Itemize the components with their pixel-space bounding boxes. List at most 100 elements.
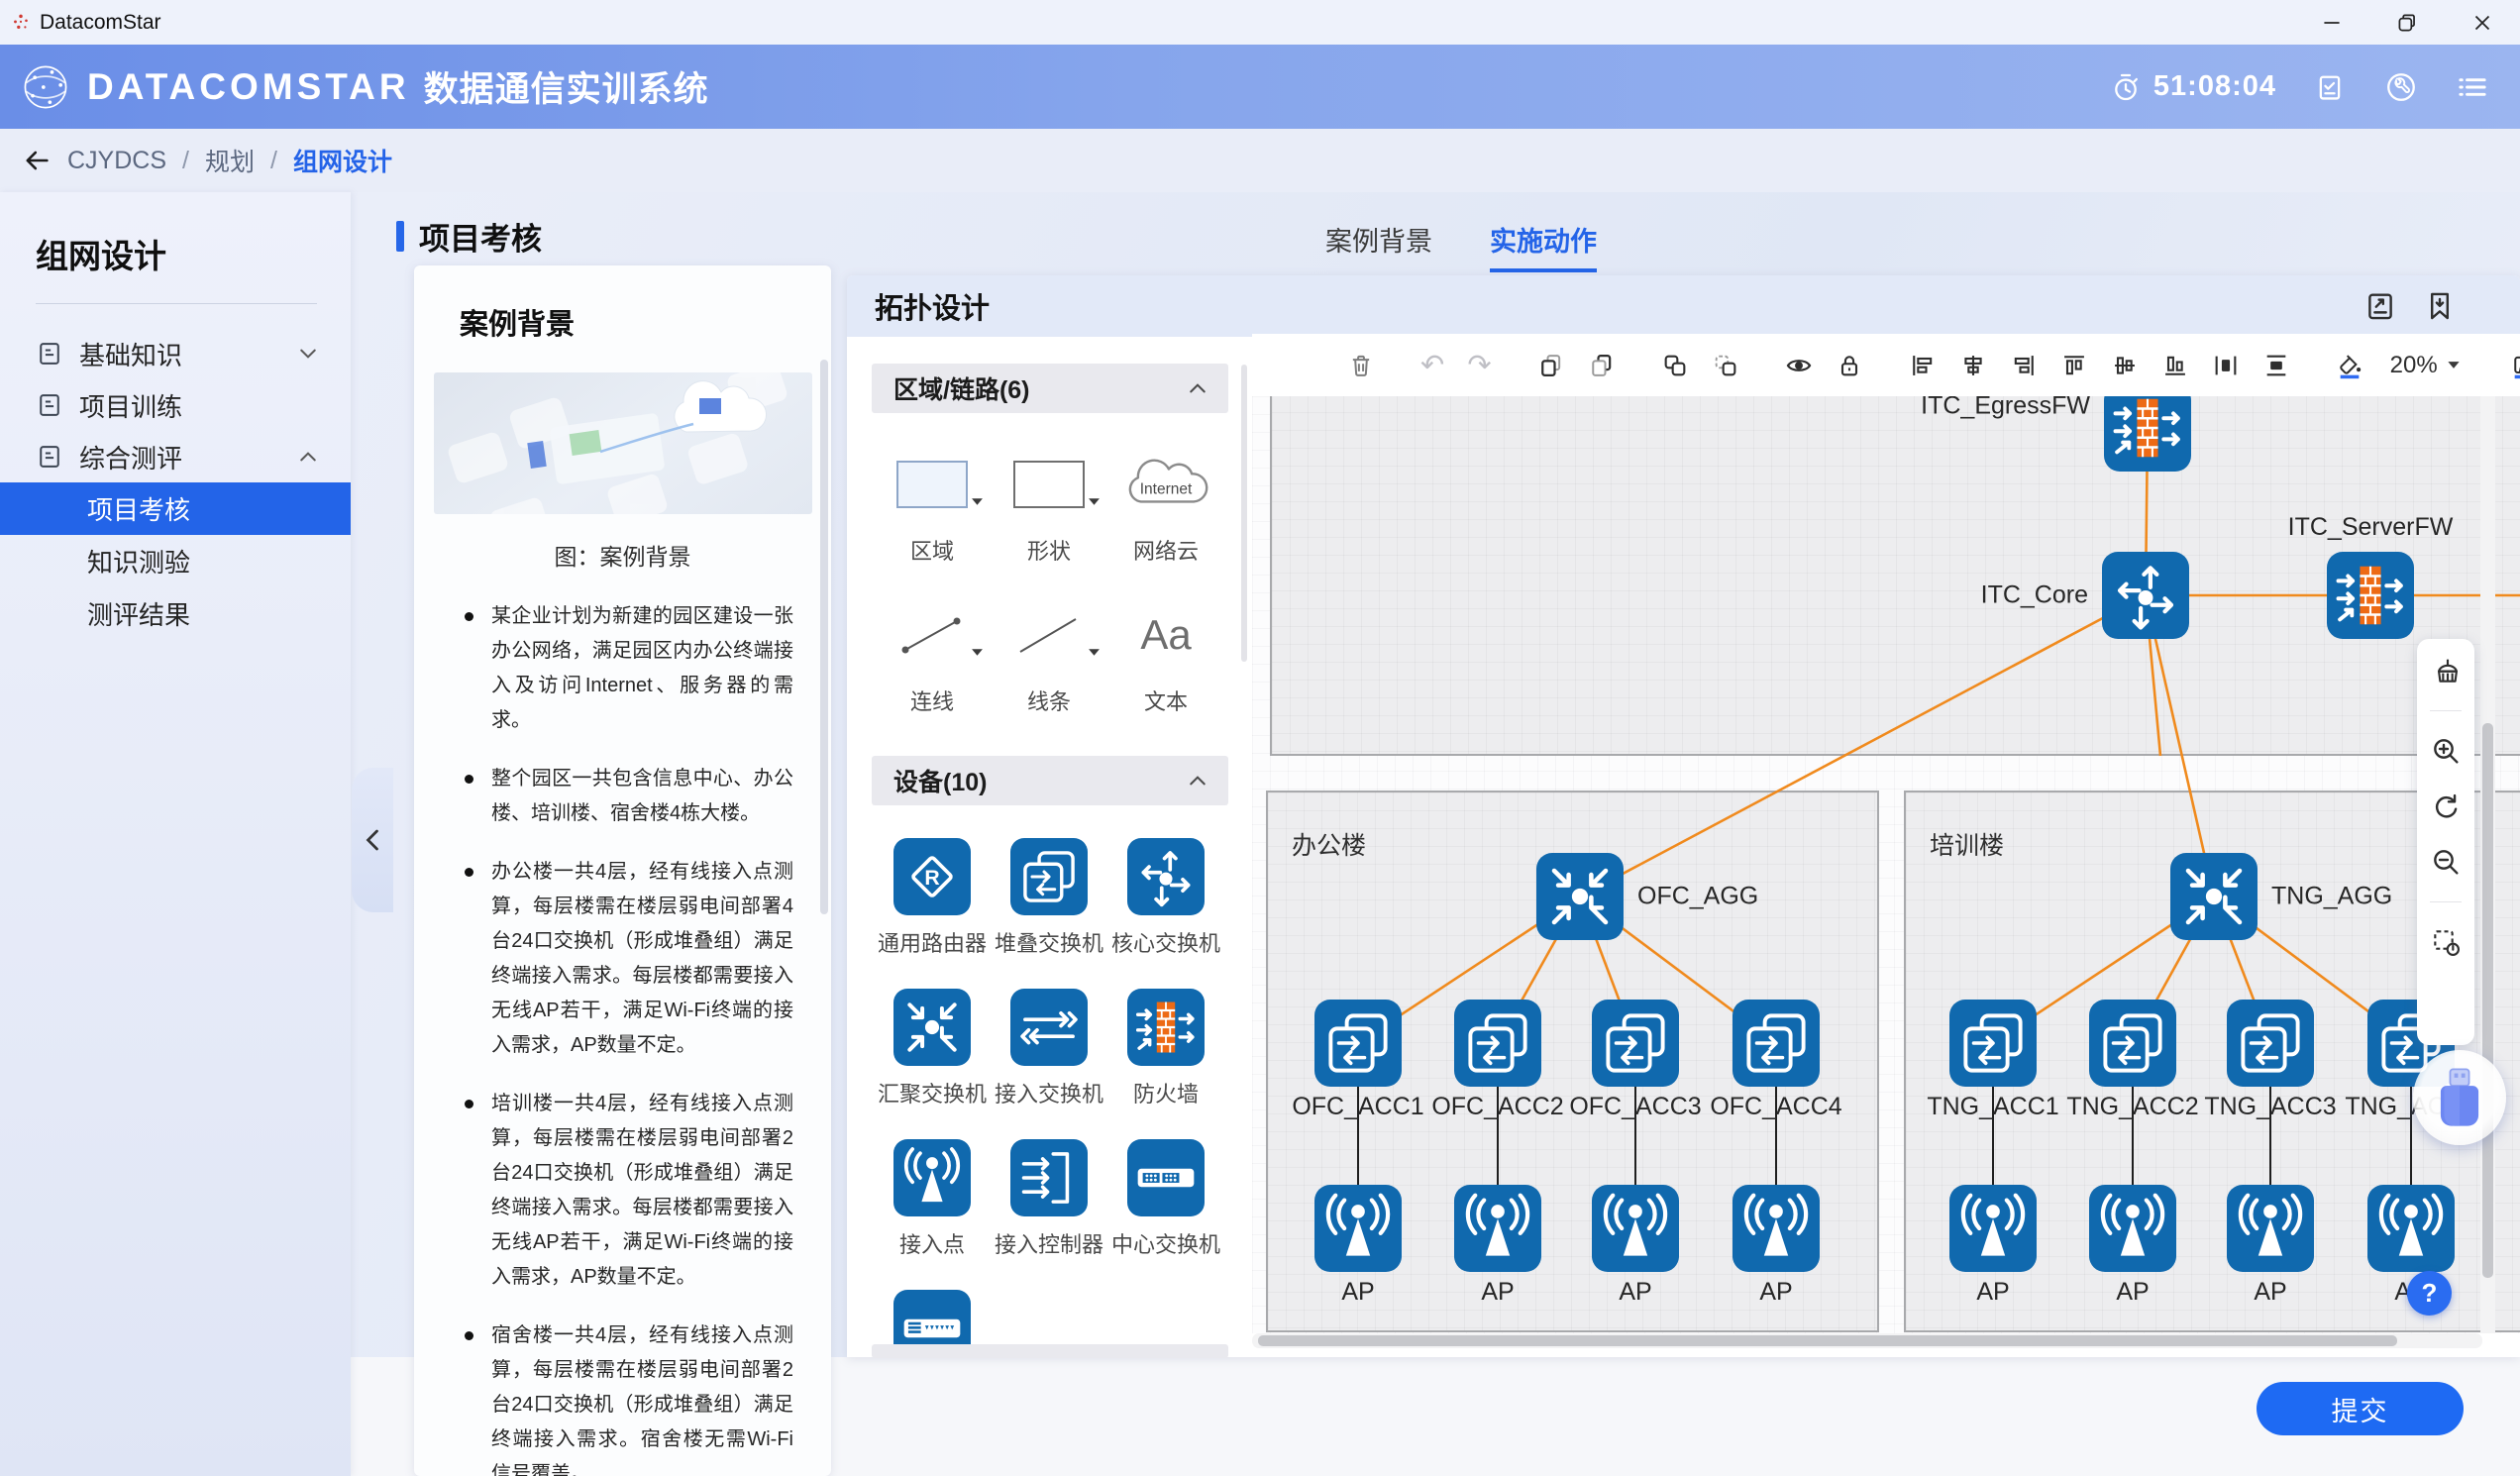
- annotate-icon[interactable]: [2510, 351, 2520, 380]
- device-AP[interactable]: AP: [1592, 1185, 1679, 1272]
- device-label: AP: [2254, 1278, 2286, 1307]
- clear-canvas-icon[interactable]: [2430, 655, 2462, 686]
- palette-item-core[interactable]: 核心交换机: [1107, 837, 1224, 958]
- sidebar-item-project-training[interactable]: 项目训练: [0, 379, 351, 431]
- export-note-icon[interactable]: [2363, 289, 2397, 323]
- menu-list-icon[interactable]: [2455, 70, 2490, 104]
- stack-icon: [1949, 1000, 2037, 1087]
- report-icon[interactable]: [2312, 71, 2348, 103]
- device-OFC_ACC3[interactable]: OFC_ACC3: [1592, 1000, 1679, 1087]
- breadcrumb-item[interactable]: 规划: [205, 143, 255, 178]
- undo-icon[interactable]: ↶: [1420, 351, 1444, 380]
- palette-item-stack[interactable]: 堆叠交换机: [991, 837, 1107, 958]
- palette-item-connector[interactable]: 连线: [874, 595, 991, 716]
- palette-item-region[interactable]: 区域: [874, 445, 991, 566]
- tab-case-background[interactable]: 案例背景: [1325, 220, 1432, 272]
- ungroup-icon[interactable]: [1712, 351, 1739, 380]
- palette-section-header[interactable]: 设备(10): [872, 756, 1228, 805]
- device-TNG_ACC1[interactable]: TNG_ACC1: [1949, 1000, 2037, 1087]
- palette-item-ap[interactable]: 接入点: [874, 1138, 991, 1259]
- collapse-panel-handle[interactable]: [352, 768, 393, 912]
- palette-item-agg[interactable]: 汇聚交换机: [874, 988, 991, 1108]
- zoom-out-icon[interactable]: [2430, 846, 2462, 878]
- group-icon[interactable]: [1661, 351, 1689, 380]
- back-icon[interactable]: [22, 146, 52, 175]
- align-bottom-icon[interactable]: [2161, 351, 2189, 380]
- palette-item-centersw[interactable]: 中心交换机: [1107, 1138, 1224, 1259]
- palette-item-cloud[interactable]: Internet网络云: [1107, 445, 1224, 566]
- tools-icon[interactable]: [2383, 70, 2419, 104]
- align-center-horizontal-icon[interactable]: [1959, 351, 1987, 380]
- device-AP[interactable]: AP: [1454, 1185, 1541, 1272]
- palette-section-header[interactable]: 区域/链路(6): [872, 364, 1228, 413]
- device-AP[interactable]: AP: [2367, 1185, 2455, 1272]
- align-middle-icon[interactable]: [2111, 351, 2139, 380]
- device-ITC_ServerFW[interactable]: ITC_ServerFW: [2327, 552, 2414, 639]
- align-right-icon[interactable]: [2010, 351, 2038, 380]
- palette-item-acc[interactable]: 接入交换机: [991, 988, 1107, 1108]
- zoom-select[interactable]: 20%: [2390, 352, 2461, 379]
- sidebar-subitem-knowledge-quiz[interactable]: 知识测验: [0, 535, 351, 587]
- delete-icon[interactable]: [1347, 351, 1375, 380]
- align-left-icon[interactable]: [1909, 351, 1937, 380]
- device-AP[interactable]: AP: [1314, 1185, 1402, 1272]
- distribute-horizontal-icon[interactable]: [2212, 351, 2240, 380]
- close-button[interactable]: [2445, 0, 2520, 45]
- distribute-vertical-icon[interactable]: [2262, 351, 2290, 380]
- caret-down-icon: [1088, 497, 1101, 506]
- scrollbar-vertical[interactable]: [2480, 396, 2495, 1333]
- palette-collapsed-section[interactable]: [872, 1344, 1228, 1358]
- usb-device-icon[interactable]: [2413, 1050, 2506, 1145]
- device-label: AP: [1619, 1278, 1651, 1307]
- palette-item-label: 文本: [1144, 685, 1188, 716]
- restore-button[interactable]: [2369, 0, 2445, 45]
- marquee-select-icon[interactable]: [2430, 926, 2462, 958]
- paste-icon[interactable]: [1588, 351, 1616, 380]
- sidebar-item-comprehensive-evaluation[interactable]: 综合测评: [0, 431, 351, 482]
- redo-icon[interactable]: ↷: [1467, 351, 1491, 380]
- help-button[interactable]: ?: [2407, 1271, 2452, 1316]
- copy-icon[interactable]: [1537, 351, 1565, 380]
- device-AP[interactable]: AP: [1732, 1185, 1820, 1272]
- device-TNG_ACC2[interactable]: TNG_ACC2: [2089, 1000, 2176, 1087]
- sidebar-subitem-project-assessment[interactable]: 项目考核: [0, 482, 351, 535]
- device-AP[interactable]: AP: [2227, 1185, 2314, 1272]
- reset-view-icon[interactable]: [2430, 791, 2462, 822]
- breadcrumb-item[interactable]: CJYDCS: [67, 147, 166, 175]
- device-AP[interactable]: AP: [2089, 1185, 2176, 1272]
- device-OFC_ACC1[interactable]: OFC_ACC1: [1314, 1000, 1402, 1087]
- case-panel-scrollbar[interactable]: [820, 360, 828, 914]
- palette-item-router[interactable]: R通用路由器: [874, 837, 991, 958]
- lock-icon[interactable]: [1836, 351, 1863, 380]
- palette-item-ac[interactable]: 接入控制器: [991, 1138, 1107, 1259]
- scrollbar-horizontal[interactable]: [1252, 1333, 2482, 1348]
- app-header: DATACOMSTAR 数据通信实训系统 51:08:04: [0, 45, 2520, 129]
- minimize-button[interactable]: [2294, 0, 2369, 45]
- device-OFC_ACC2[interactable]: OFC_ACC2: [1454, 1000, 1541, 1087]
- caret-down-icon: [1088, 648, 1101, 657]
- visibility-icon[interactable]: [1785, 351, 1813, 380]
- align-top-icon[interactable]: [2060, 351, 2088, 380]
- palette-scrollbar[interactable]: [1241, 365, 1247, 662]
- device-ITC_Core[interactable]: ITC_Core: [2102, 552, 2189, 639]
- zoom-in-icon[interactable]: [2430, 735, 2462, 767]
- palette-item-line[interactable]: 线条: [991, 595, 1107, 716]
- sidebar-item-basic-knowledge[interactable]: 基础知识: [0, 328, 351, 379]
- device-TNG_ACC3[interactable]: TNG_ACC3: [2227, 1000, 2314, 1087]
- fill-color-icon[interactable]: [2336, 351, 2363, 380]
- palette-item-firewall[interactable]: 防火墙: [1107, 988, 1224, 1108]
- device-OFC_AGG[interactable]: OFC_AGG: [1536, 853, 1624, 940]
- palette-item-text[interactable]: Aa文本: [1107, 595, 1224, 716]
- sidebar-item-label: 基础知识: [79, 336, 182, 372]
- device-ITC_EgressFW[interactable]: ITC_EgressFW: [2104, 396, 2191, 472]
- sidebar-subitem-evaluation-results[interactable]: 测评结果: [0, 587, 351, 640]
- device-OFC_ACC4[interactable]: OFC_ACC4: [1732, 1000, 1820, 1087]
- device-TNG_AGG[interactable]: TNG_AGG: [2170, 853, 2258, 940]
- submit-button[interactable]: 提交: [2257, 1382, 2464, 1435]
- palette-item-shape[interactable]: 形状: [991, 445, 1107, 566]
- palette-item-label: 接入交换机: [995, 1077, 1103, 1108]
- topology-canvas[interactable]: 办公楼培训楼ITC_EgressFWITC_CoreITC_ServerFWOF…: [1252, 396, 2520, 1333]
- tab-implementation[interactable]: 实施动作: [1490, 220, 1597, 272]
- bookmark-icon[interactable]: [2423, 289, 2457, 323]
- device-AP[interactable]: AP: [1949, 1185, 2037, 1272]
